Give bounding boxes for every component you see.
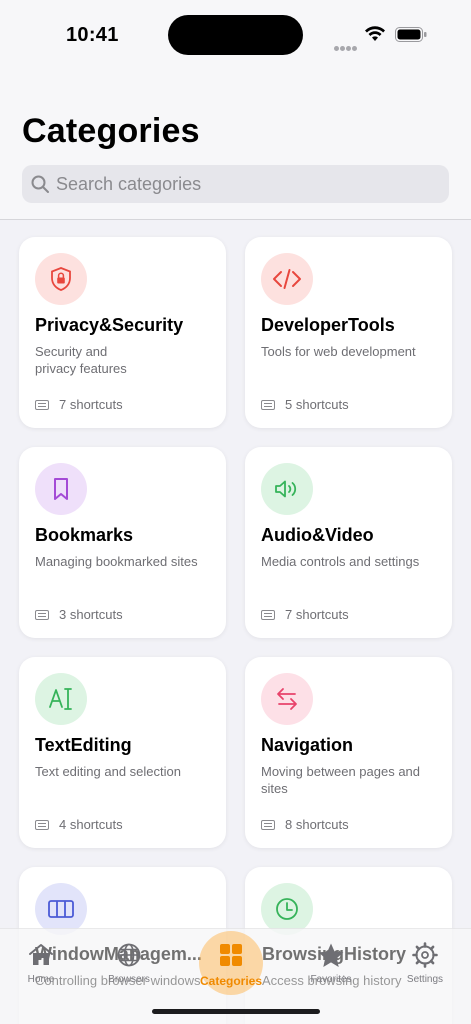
wifi-icon bbox=[365, 26, 385, 41]
shortcut-count-text: 3 shortcuts bbox=[59, 607, 123, 622]
shortcut-count: 8 shortcuts bbox=[261, 817, 349, 832]
dynamic-island bbox=[168, 15, 303, 55]
category-card-developer-tools[interactable]: DeveloperTools Tools for web development… bbox=[245, 237, 452, 428]
house-icon bbox=[1, 940, 81, 970]
shortcut-count-text: 4 shortcuts bbox=[59, 817, 123, 832]
tab-favorites[interactable]: Favorites bbox=[291, 940, 371, 985]
shortcut-count: 4 shortcuts bbox=[35, 817, 123, 832]
keyboard-icon bbox=[35, 609, 49, 620]
shortcut-count-text: 7 shortcuts bbox=[59, 397, 123, 412]
keyboard-icon bbox=[261, 609, 275, 620]
gear-icon bbox=[385, 940, 465, 970]
category-description: Tools for web development bbox=[261, 344, 416, 359]
category-card-navigation[interactable]: Navigation Moving between pages and site… bbox=[245, 657, 452, 848]
category-description: Media controls and settings bbox=[261, 554, 420, 569]
category-description: Text editing and selection bbox=[35, 764, 181, 779]
category-card-audio-video[interactable]: Audio&Video Media controls and settings … bbox=[245, 447, 452, 638]
tab-browsers[interactable]: Browsers bbox=[89, 940, 169, 985]
home-indicator bbox=[152, 1009, 320, 1014]
category-card-bookmarks[interactable]: Bookmarks Managing bookmarked sites 3 sh… bbox=[19, 447, 226, 638]
tab-label: Browsers bbox=[108, 974, 150, 985]
categories-grid: Privacy&Security Security and privacy fe… bbox=[0, 220, 471, 1024]
category-title: Bookmarks bbox=[35, 525, 134, 545]
category-description: Managing bookmarked sites bbox=[35, 554, 198, 569]
grid-icon bbox=[191, 940, 271, 970]
keyboard-icon bbox=[35, 819, 49, 830]
shortcut-count: 3 shortcuts bbox=[35, 607, 123, 622]
keyboard-icon bbox=[261, 819, 275, 830]
category-description: Moving between pages and sites bbox=[261, 764, 421, 796]
tab-label: Categories bbox=[199, 974, 263, 988]
category-title: DeveloperTools bbox=[261, 315, 395, 335]
shortcut-count: 7 shortcuts bbox=[35, 397, 123, 412]
tab-home[interactable]: Home bbox=[1, 940, 81, 985]
keyboard-icon bbox=[35, 399, 49, 410]
status-time: 10:41 bbox=[66, 24, 119, 46]
shortcut-count-text: 7 shortcuts bbox=[285, 607, 349, 622]
cellular-signal-icon bbox=[334, 38, 358, 56]
shortcut-count-text: 8 shortcuts bbox=[285, 817, 349, 832]
search-input[interactable]: Search categories bbox=[22, 165, 449, 203]
tab-label: Settings bbox=[406, 974, 444, 985]
bookmark-icon bbox=[35, 463, 87, 515]
speaker-icon bbox=[261, 463, 313, 515]
tab-categories[interactable]: Categories bbox=[191, 940, 271, 988]
shortcut-count-text: 5 shortcuts bbox=[285, 397, 349, 412]
shortcut-count: 5 shortcuts bbox=[261, 397, 349, 412]
category-title: Privacy&Security bbox=[35, 315, 184, 335]
search-placeholder: Search categories bbox=[56, 173, 202, 194]
tab-settings[interactable]: Settings bbox=[385, 940, 465, 985]
star-icon bbox=[291, 940, 371, 970]
tab-label: Favorites bbox=[310, 974, 352, 985]
battery-icon bbox=[395, 27, 427, 42]
tab-label: Home bbox=[27, 974, 55, 985]
arrows-icon bbox=[261, 673, 313, 725]
header-area: 10:41 Categories Search categories bbox=[0, 0, 471, 220]
category-description: Security and privacy features bbox=[35, 344, 127, 376]
code-icon bbox=[261, 253, 313, 305]
lock-shield-icon bbox=[35, 253, 87, 305]
keyboard-icon bbox=[261, 399, 275, 410]
globe-icon bbox=[89, 940, 169, 970]
category-card-privacy-security[interactable]: Privacy&Security Security and privacy fe… bbox=[19, 237, 226, 428]
category-title: Audio&Video bbox=[261, 525, 374, 545]
category-card-text-editing[interactable]: TextEditing Text editing and selection 4… bbox=[19, 657, 226, 848]
category-title: Navigation bbox=[261, 735, 354, 755]
page-title: Categories bbox=[22, 112, 200, 150]
shortcut-count: 7 shortcuts bbox=[261, 607, 349, 622]
status-bar: 10:41 bbox=[0, 0, 471, 70]
text-cursor-icon bbox=[35, 673, 87, 725]
search-icon bbox=[31, 175, 49, 193]
category-title: TextEditing bbox=[35, 735, 132, 755]
